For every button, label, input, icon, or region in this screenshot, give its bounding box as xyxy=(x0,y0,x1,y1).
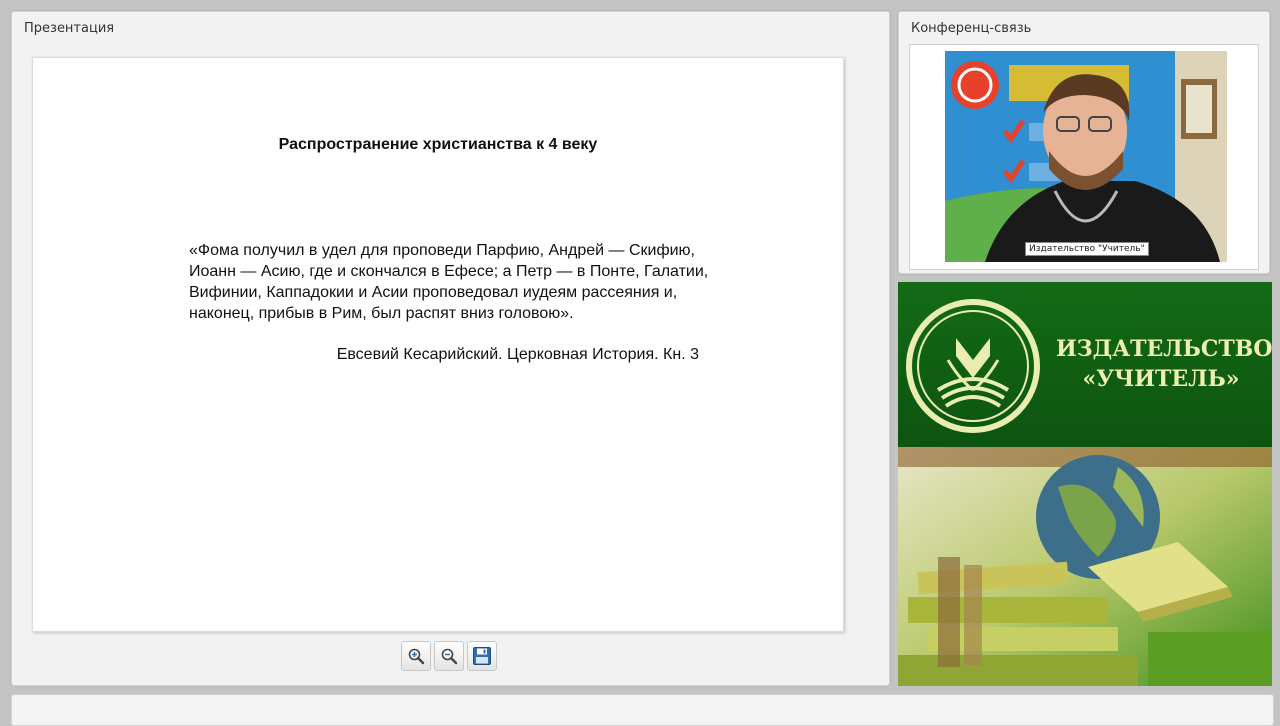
slide-quote: «Фома получил в удел для проповеди Парфи… xyxy=(189,242,709,322)
presentation-panel-title: Презентация xyxy=(24,21,115,36)
zoom-in-button[interactable] xyxy=(401,641,431,671)
banner-title: ИЗДАТЕЛЬСТВО «УЧИТЕЛЬ» xyxy=(1056,334,1272,394)
video-participant-label: Издательство "Учитель" xyxy=(1025,242,1149,256)
presentation-slide: Распространение христианства к 4 веку «Ф… xyxy=(32,57,844,632)
video-scene xyxy=(945,51,1227,262)
slide-source: Евсевий Кесарийский. Церковная История. … xyxy=(336,346,699,363)
books-globe-illustration xyxy=(898,447,1272,686)
conference-panel-title: Конференц-связь xyxy=(911,21,1032,36)
floppy-disk-icon xyxy=(473,647,491,665)
zoom-in-icon xyxy=(408,648,425,665)
save-button[interactable] xyxy=(467,641,497,671)
banner-header: ИЗДАТЕЛЬСТВО «УЧИТЕЛЬ» xyxy=(898,282,1272,447)
zoom-out-icon xyxy=(441,648,458,665)
banner-title-line1: ИЗДАТЕЛЬСТВО xyxy=(1056,336,1272,362)
banner-image xyxy=(898,447,1272,686)
banner-title-line2: «УЧИТЕЛЬ» xyxy=(1082,366,1240,392)
slide-title: Распространение христианства к 4 веку xyxy=(278,136,598,153)
publisher-banner: ИЗДАТЕЛЬСТВО «УЧИТЕЛЬ» xyxy=(898,282,1272,686)
zoom-out-button[interactable] xyxy=(434,641,464,671)
presentation-panel: Презентация Распространение христианства… xyxy=(11,11,890,686)
publisher-logo-icon xyxy=(906,299,1040,433)
video-stream[interactable]: Издательство "Учитель" xyxy=(945,51,1227,262)
conference-panel: Конференц-связь Издательство "Учитель" xyxy=(898,11,1270,274)
video-frame: Издательство "Учитель" xyxy=(909,44,1259,270)
bottom-panel xyxy=(11,694,1274,726)
